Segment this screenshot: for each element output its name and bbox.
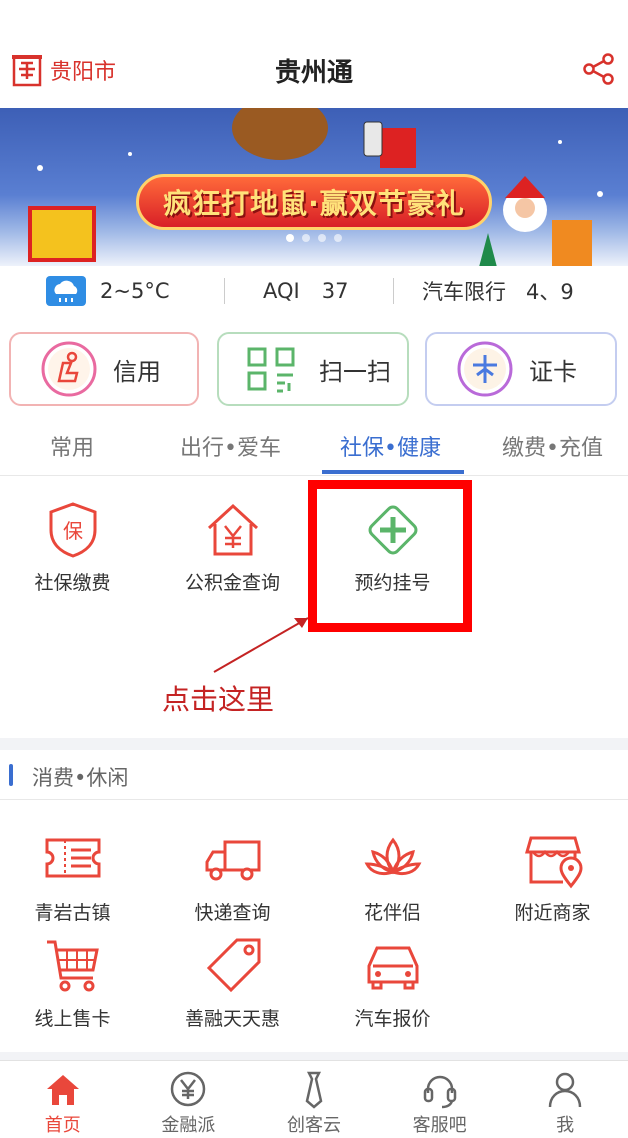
- tab-social-health[interactable]: 社保•健康: [340, 430, 441, 462]
- annotation-text: 点击这里: [162, 683, 275, 716]
- ticket-icon: [45, 838, 100, 878]
- category-tabs: 常用 出行•爱车 社保•健康 缴费•充值: [0, 420, 628, 476]
- banner-dot: [302, 234, 310, 242]
- info-bar: 2~5°C AQI 37 汽车限行 4、9: [0, 266, 628, 316]
- service-label: 社保缴费: [34, 572, 111, 594]
- nav-label: 客服吧: [412, 1115, 467, 1136]
- weather-info[interactable]: 2~5°C: [0, 276, 224, 306]
- annotation-arrow: [213, 617, 309, 673]
- tab-payments[interactable]: 缴费•充值: [502, 430, 603, 462]
- scan-button[interactable]: 扫一扫: [217, 332, 409, 406]
- service-express[interactable]: 快递查询: [154, 830, 311, 925]
- service-daily-deals[interactable]: 善融天天惠: [154, 936, 311, 1031]
- service-housing-fund[interactable]: 公积金查询: [154, 500, 311, 595]
- banner-pagination: [0, 234, 628, 242]
- store-location-icon: [524, 836, 583, 889]
- banner-dot: [286, 234, 294, 242]
- house-yen-icon: [207, 503, 258, 556]
- service-label: 善融天天惠: [184, 1008, 280, 1030]
- traffic-limit-info: 汽车限行 4、9: [394, 276, 574, 306]
- credit-label: 信用: [113, 357, 161, 386]
- tab-travel[interactable]: 出行•爱车: [180, 430, 281, 462]
- nav-label: 首页: [44, 1115, 81, 1136]
- tie-icon: [305, 1071, 323, 1109]
- service-label: 公积金查询: [184, 572, 280, 594]
- promo-banner[interactable]: 疯狂打地鼠·赢双节豪礼: [0, 108, 628, 266]
- service-flower-partner[interactable]: 花伴侣: [314, 830, 471, 925]
- service-car-quotes[interactable]: 汽车报价: [314, 936, 471, 1031]
- headset-icon: [423, 1075, 456, 1109]
- banner-dot: [334, 234, 342, 242]
- qr-scan-icon: [247, 347, 295, 393]
- service-qingyan-town[interactable]: 青岩古镇: [0, 830, 151, 925]
- aqi-value: 37: [321, 279, 349, 303]
- bottom-nav: 首页 金融派 创客云 客服吧 我: [0, 1060, 628, 1138]
- section-gap: [0, 1052, 628, 1060]
- tag-icon: [206, 938, 260, 993]
- share-icon[interactable]: [582, 52, 616, 86]
- service-label: 附近商家: [514, 902, 591, 924]
- service-label: 快递查询: [194, 902, 271, 924]
- nav-maker-cloud[interactable]: 创客云: [251, 1061, 377, 1138]
- nav-home[interactable]: 首页: [0, 1061, 126, 1138]
- service-nearby-stores[interactable]: 附近商家: [474, 830, 628, 925]
- car-icon: [367, 946, 418, 990]
- service-label: 花伴侣: [363, 902, 421, 924]
- service-label: 线上售卡: [34, 1008, 111, 1030]
- page-title: 贵州通: [274, 58, 353, 88]
- card-icon: [457, 341, 513, 397]
- banner-headline: 疯狂打地鼠·赢双节豪礼: [136, 174, 492, 230]
- credit-button[interactable]: 信用: [9, 332, 199, 406]
- limit-label: 汽车限行: [422, 280, 506, 304]
- service-online-card[interactable]: 线上售卡: [0, 936, 151, 1031]
- service-label: 汽车报价: [354, 1008, 431, 1030]
- section-header: 消费•休闲: [0, 750, 628, 800]
- cart-icon: [46, 940, 99, 992]
- limit-value: 4、9: [526, 280, 574, 304]
- shield-icon: 保: [49, 502, 96, 558]
- yen-icon: [171, 1071, 206, 1107]
- card-label: 证卡: [529, 357, 577, 386]
- section-gap: [0, 738, 628, 750]
- nav-label: 金融派: [161, 1115, 216, 1136]
- banner-dot: [318, 234, 326, 242]
- nav-label: 创客云: [286, 1115, 341, 1136]
- temperature-value: 2~5°C: [100, 279, 170, 303]
- user-icon: [548, 1072, 582, 1108]
- scan-label: 扫一扫: [319, 357, 391, 386]
- cloud-rain-icon: [46, 276, 86, 306]
- app-header: 贵阳市 贵州通: [0, 0, 628, 108]
- credit-icon: [41, 341, 97, 397]
- nav-me[interactable]: 我: [502, 1061, 628, 1138]
- aqi-info: AQI 37: [225, 279, 393, 303]
- highlight-box: [308, 480, 472, 632]
- service-label: 青岩古镇: [34, 902, 111, 924]
- aqi-label: AQI: [263, 279, 300, 303]
- truck-icon: [205, 840, 260, 881]
- svg-text:保: 保: [63, 519, 83, 543]
- home-icon: [46, 1075, 79, 1105]
- section-title: 消费•休闲: [32, 766, 129, 790]
- nav-finance[interactable]: 金融派: [126, 1061, 252, 1138]
- tab-common[interactable]: 常用: [50, 430, 94, 462]
- section-accent-bar: [9, 764, 13, 786]
- active-tab-indicator: [322, 470, 464, 474]
- lotus-icon: [364, 837, 421, 876]
- card-button[interactable]: 证卡: [425, 332, 617, 406]
- nav-customer-service[interactable]: 客服吧: [377, 1061, 503, 1138]
- service-social-insurance[interactable]: 保 社保缴费: [0, 500, 151, 595]
- nav-label: 我: [556, 1115, 575, 1136]
